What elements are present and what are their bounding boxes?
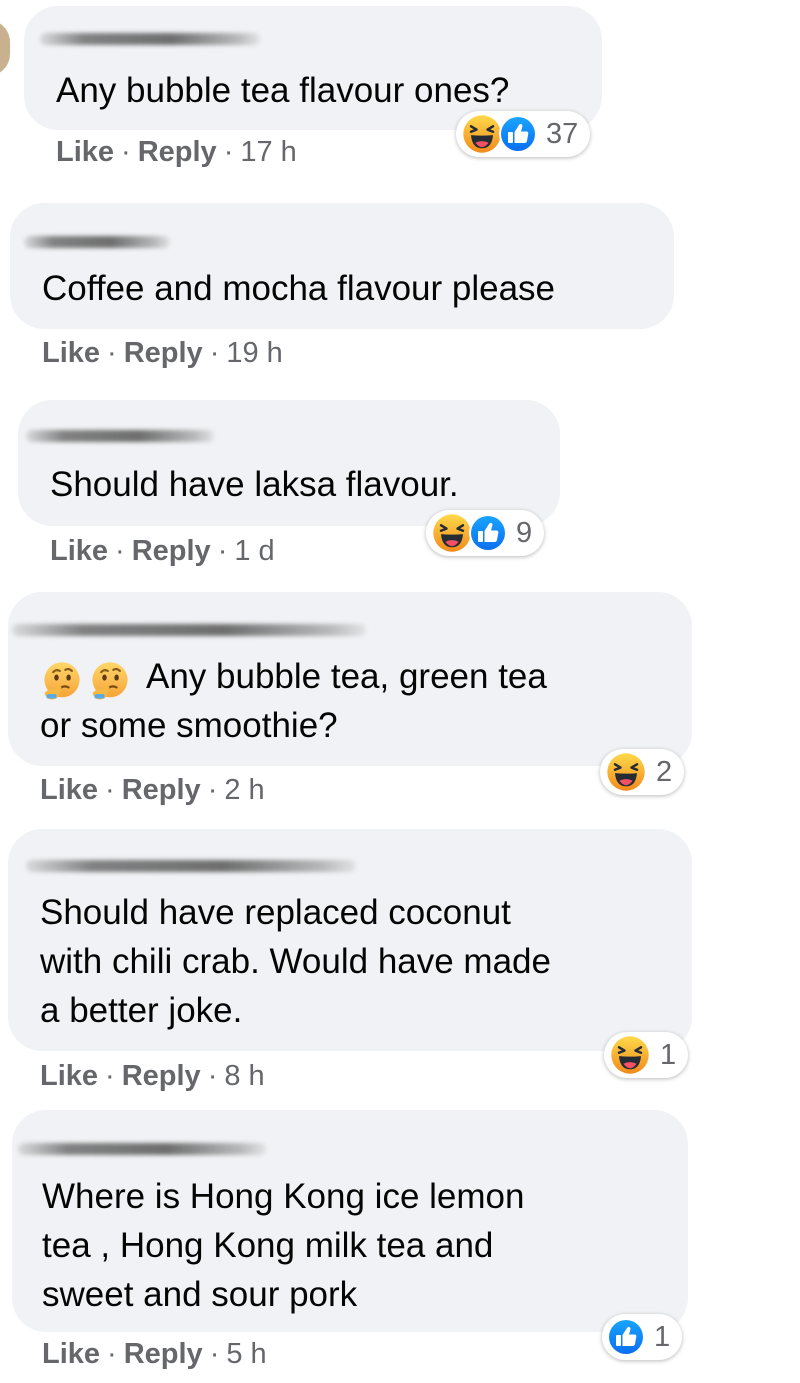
- reaction-count: 2: [656, 755, 673, 788]
- reaction-summary[interactable]: 9: [426, 510, 545, 556]
- comment-actions: Like · Reply · 8 h: [40, 1060, 265, 1092]
- like-button[interactable]: Like: [50, 535, 108, 567]
- timestamp[interactable]: 5 h: [226, 1338, 266, 1370]
- comment-actions: Like · Reply · 19 h: [42, 337, 283, 369]
- comment-actions: Like · Reply · 1 d: [50, 535, 275, 567]
- like-button[interactable]: Like: [42, 1338, 100, 1370]
- comment-actions: Like · Reply · 17 h: [56, 136, 297, 168]
- commenter-name-blurred[interactable]: [24, 236, 170, 248]
- like-button[interactable]: Like: [56, 136, 114, 168]
- comment-text: Coffee and mocha flavour please: [42, 269, 556, 308]
- reaction-count: 1: [660, 1038, 677, 1071]
- comment-text: Should have replaced coconut with chili …: [40, 893, 551, 1030]
- commenter-name-blurred[interactable]: [26, 860, 356, 872]
- reply-button[interactable]: Reply: [124, 1338, 203, 1370]
- reaction-count: 1: [654, 1320, 671, 1353]
- haha-icon: [604, 750, 648, 794]
- reaction-summary[interactable]: 2: [600, 749, 685, 795]
- avatar[interactable]: [0, 20, 10, 76]
- reaction-summary[interactable]: 37: [456, 111, 591, 157]
- timestamp[interactable]: 8 h: [224, 1060, 264, 1092]
- timestamp[interactable]: 2 h: [224, 774, 264, 806]
- commenter-name-blurred[interactable]: [26, 430, 214, 442]
- like-icon: [468, 513, 508, 553]
- comment-actions: Like · Reply · 5 h: [42, 1338, 267, 1370]
- reply-button[interactable]: Reply: [122, 774, 201, 806]
- reaction-count: 37: [546, 117, 579, 150]
- comment-text: Any bubble tea flavour ones?: [56, 71, 510, 110]
- like-icon: [498, 114, 538, 154]
- reaction-summary[interactable]: 1: [604, 1032, 689, 1078]
- like-button[interactable]: Like: [40, 774, 98, 806]
- comment-actions: Like · Reply · 2 h: [40, 774, 265, 806]
- commenter-name-blurred[interactable]: [12, 624, 366, 636]
- like-button[interactable]: Like: [40, 1060, 98, 1092]
- commenter-name-blurred[interactable]: [18, 1143, 266, 1155]
- timestamp[interactable]: 17 h: [240, 136, 296, 168]
- like-icon: [606, 1317, 646, 1357]
- commenter-name-blurred[interactable]: [40, 33, 260, 45]
- reply-button[interactable]: Reply: [138, 136, 217, 168]
- timestamp[interactable]: 1 d: [234, 535, 274, 567]
- reaction-summary[interactable]: 1: [602, 1314, 683, 1360]
- reply-button[interactable]: Reply: [124, 337, 203, 369]
- reaction-count: 9: [516, 516, 533, 549]
- timestamp[interactable]: 19 h: [226, 337, 282, 369]
- comment-text: Where is Hong Kong ice lemon tea , Hong …: [42, 1177, 525, 1314]
- reply-button[interactable]: Reply: [122, 1060, 201, 1092]
- like-button[interactable]: Like: [42, 337, 100, 369]
- comment-text: Should have laksa flavour.: [50, 465, 459, 504]
- haha-icon: [608, 1033, 652, 1077]
- comment-text: Any bubble tea, green tea or some smooth…: [40, 657, 547, 745]
- reply-button[interactable]: Reply: [132, 535, 211, 567]
